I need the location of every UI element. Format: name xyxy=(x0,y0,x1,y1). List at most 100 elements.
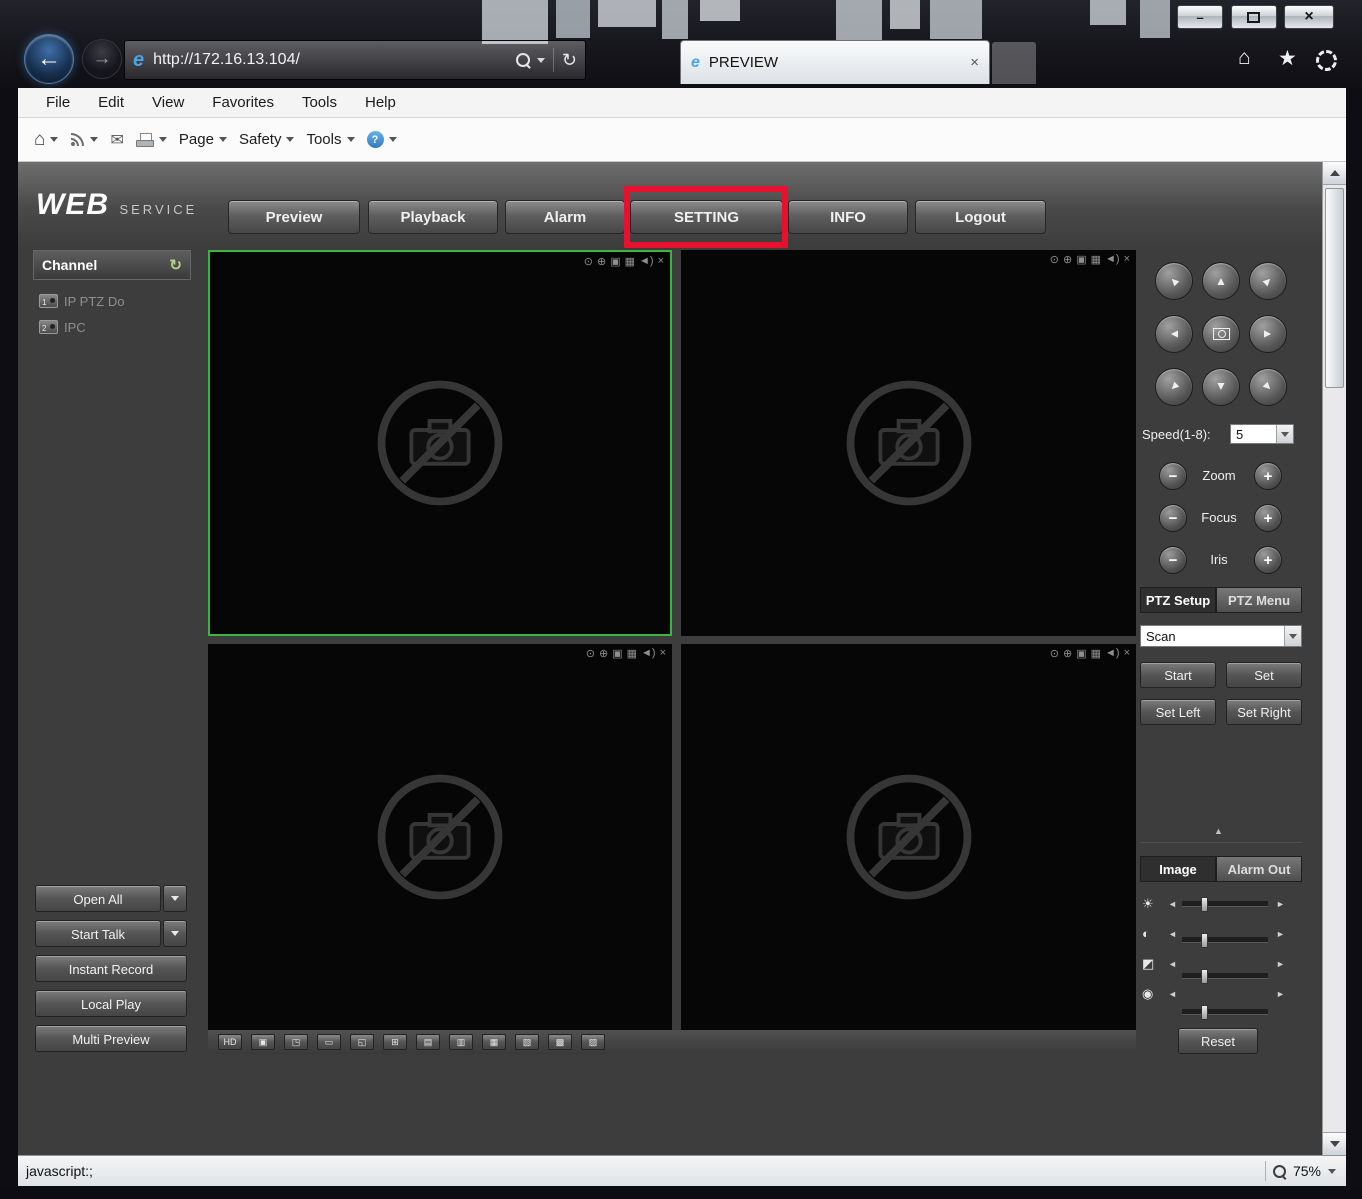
refresh-channels-icon[interactable]: ↻ xyxy=(169,256,182,274)
forward-button[interactable]: → xyxy=(82,39,122,79)
close-icon[interactable]: × xyxy=(660,647,666,660)
settings-gear-icon[interactable] xyxy=(1316,50,1337,71)
ptz-set-button[interactable]: Set xyxy=(1226,662,1302,688)
digital-zoom-icon[interactable]: ⊕ xyxy=(599,647,608,660)
tab-alarm-out[interactable]: Alarm Out xyxy=(1216,856,1302,882)
audio-icon[interactable]: ◄) xyxy=(639,255,654,268)
open-all-button[interactable]: Open All xyxy=(35,885,161,912)
slider-thumb[interactable] xyxy=(1201,1005,1208,1020)
original-scale-icon[interactable]: ▣ xyxy=(251,1034,275,1050)
slider-increase-icon[interactable]: ► xyxy=(1276,989,1285,999)
menu-edit[interactable]: Edit xyxy=(84,88,138,118)
tab-image[interactable]: Image xyxy=(1140,856,1216,882)
zoom-minus-button[interactable]: − xyxy=(1159,462,1187,490)
video-panel-2[interactable]: ⊙ ⊕ ▣ ▦ ◄) × xyxy=(681,250,1136,636)
menu-favorites[interactable]: Favorites xyxy=(198,88,288,118)
snapshot-icon[interactable]: ▦ xyxy=(625,255,635,268)
zoom-plus-button[interactable]: + xyxy=(1254,462,1282,490)
tools-menu-button[interactable]: Tools xyxy=(306,131,354,148)
mail-button[interactable]: ✉ xyxy=(110,130,123,150)
split-13-icon[interactable]: ▧ xyxy=(515,1034,539,1050)
local-play-button[interactable]: Local Play xyxy=(35,990,187,1017)
slider-thumb[interactable] xyxy=(1201,969,1208,984)
ptz-area-zoom-button[interactable] xyxy=(1202,315,1240,353)
search-icon[interactable] xyxy=(516,53,530,67)
focus-icon[interactable]: ⊙ xyxy=(586,647,595,660)
snapshot-icon[interactable]: ▦ xyxy=(627,647,637,660)
record-icon[interactable]: ▣ xyxy=(1076,647,1086,660)
nav-info[interactable]: INFO xyxy=(788,200,908,234)
digital-zoom-icon[interactable]: ⊕ xyxy=(597,255,606,268)
tab-ptz-menu[interactable]: PTZ Menu xyxy=(1216,587,1302,613)
digital-zoom-icon[interactable]: ⊕ xyxy=(1063,253,1072,266)
close-icon[interactable]: × xyxy=(1124,647,1130,660)
focus-icon[interactable]: ⊙ xyxy=(584,255,593,268)
slider-decrease-icon[interactable]: ◄ xyxy=(1168,899,1177,909)
audio-icon[interactable]: ◄) xyxy=(641,647,656,660)
nav-logout[interactable]: Logout xyxy=(915,200,1046,234)
video-panel-3[interactable]: ⊙ ⊕ ▣ ▦ ◄) × xyxy=(208,644,672,1030)
channel-item[interactable]: 1 IP PTZ Do xyxy=(33,288,191,314)
close-icon[interactable]: × xyxy=(1124,253,1130,266)
brightness-slider[interactable] xyxy=(1182,901,1268,907)
menu-tools[interactable]: Tools xyxy=(288,88,351,118)
home-icon[interactable]: ⌂ xyxy=(1238,46,1251,70)
start-talk-dropdown-button[interactable] xyxy=(163,920,187,947)
snapshot-icon[interactable]: ▦ xyxy=(1091,647,1101,660)
audio-icon[interactable]: ◄) xyxy=(1105,253,1120,266)
menu-view[interactable]: View xyxy=(138,88,198,118)
speed-select[interactable]: 5 xyxy=(1230,424,1294,444)
nav-alarm[interactable]: Alarm xyxy=(505,200,625,234)
ptz-set-left-button[interactable]: Set Left xyxy=(1140,699,1216,725)
maximize-button[interactable] xyxy=(1231,5,1277,29)
instant-record-button[interactable]: Instant Record xyxy=(35,955,187,982)
rss-button[interactable] xyxy=(70,132,98,147)
menu-file[interactable]: File xyxy=(32,88,84,118)
record-icon[interactable]: ▣ xyxy=(1076,253,1086,266)
record-icon[interactable]: ▣ xyxy=(612,647,622,660)
new-tab-button[interactable] xyxy=(992,42,1036,84)
snapshot-icon[interactable]: ▦ xyxy=(1091,253,1101,266)
fullscreen-icon[interactable]: ◳ xyxy=(284,1034,308,1050)
refresh-icon[interactable]: ↻ xyxy=(562,50,577,71)
iris-minus-button[interactable]: − xyxy=(1159,546,1187,574)
ptz-up-left-button[interactable]: ▲ xyxy=(1155,262,1193,300)
start-talk-button[interactable]: Start Talk xyxy=(35,920,161,947)
print-button[interactable] xyxy=(136,133,167,147)
ptz-down-right-button[interactable]: ▲ xyxy=(1249,368,1287,406)
iris-plus-button[interactable]: + xyxy=(1254,546,1282,574)
zoom-control[interactable]: 75% xyxy=(1265,1156,1336,1186)
ptz-right-button[interactable]: ▲ xyxy=(1249,315,1287,353)
safety-menu-button[interactable]: Safety xyxy=(239,131,295,148)
back-button[interactable]: ← xyxy=(24,34,74,84)
help-menu-button[interactable]: ? xyxy=(367,131,397,148)
ptz-down-button[interactable]: ▲ xyxy=(1202,368,1240,406)
split-25-icon[interactable]: ▨ xyxy=(581,1034,605,1050)
chevron-down-icon[interactable] xyxy=(1328,1169,1336,1174)
ptz-up-right-button[interactable]: ▲ xyxy=(1249,262,1287,300)
digital-zoom-icon[interactable]: ⊕ xyxy=(1063,647,1072,660)
slider-decrease-icon[interactable]: ◄ xyxy=(1168,989,1177,999)
hd-icon[interactable]: HD xyxy=(218,1034,242,1050)
slider-increase-icon[interactable]: ► xyxy=(1276,929,1285,939)
scrollbar-thumb[interactable] xyxy=(1325,188,1344,388)
url-text[interactable]: http://172.16.13.104/ xyxy=(153,51,516,69)
ptz-start-button[interactable]: Start xyxy=(1140,662,1216,688)
channel-item[interactable]: 2 IPC xyxy=(33,314,191,340)
pip-icon[interactable]: ◱ xyxy=(350,1034,374,1050)
vertical-scrollbar[interactable] xyxy=(1322,162,1346,1155)
split-16-icon[interactable]: ▩ xyxy=(548,1034,572,1050)
slider-decrease-icon[interactable]: ◄ xyxy=(1168,959,1177,969)
select-arrow[interactable] xyxy=(1276,425,1293,443)
hue-slider[interactable] xyxy=(1182,1009,1268,1015)
scroll-down-button[interactable] xyxy=(1323,1132,1346,1155)
tab-close-icon[interactable]: × xyxy=(970,54,979,71)
page-menu-button[interactable]: Page xyxy=(179,131,227,148)
tab-preview[interactable]: e PREVIEW × xyxy=(680,40,990,84)
slider-thumb[interactable] xyxy=(1201,897,1208,912)
audio-icon[interactable]: ◄) xyxy=(1105,647,1120,660)
close-button[interactable]: × xyxy=(1284,5,1334,29)
split-8-icon[interactable]: ▥ xyxy=(449,1034,473,1050)
home-command-button[interactable]: Page⌂ xyxy=(34,129,58,151)
single-window-icon[interactable]: ▭ xyxy=(317,1034,341,1050)
